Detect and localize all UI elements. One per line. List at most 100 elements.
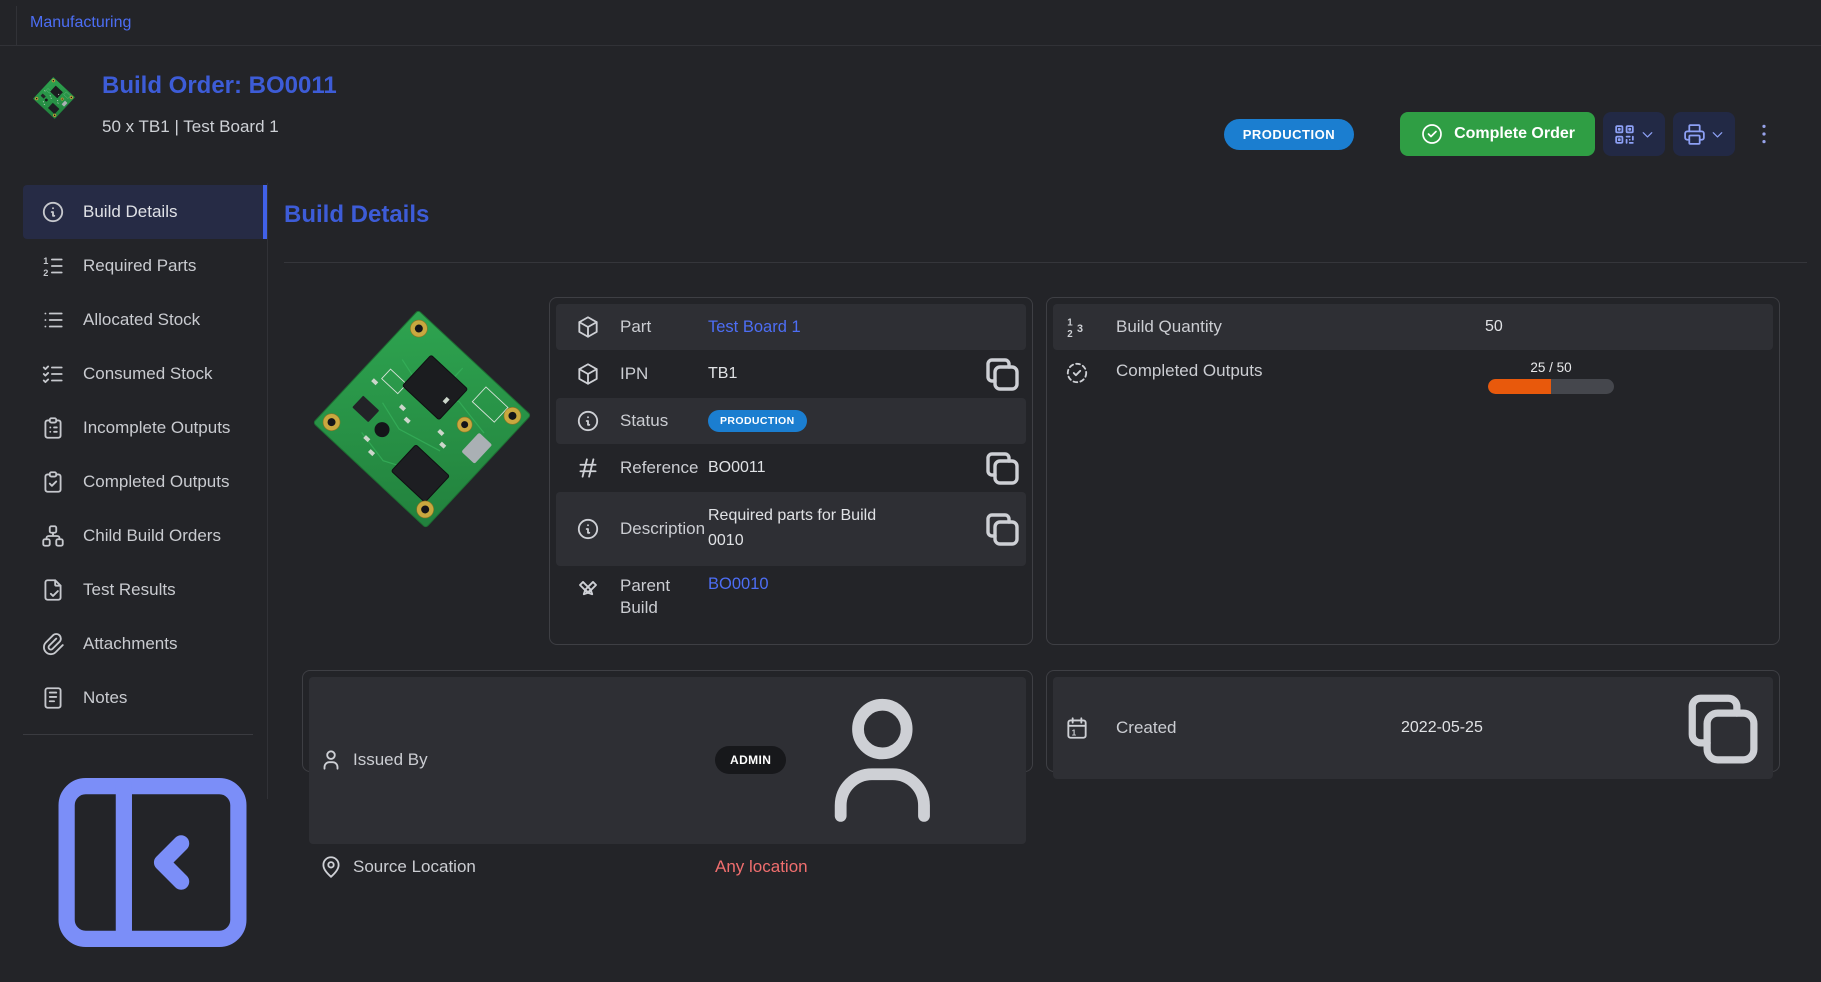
sidebar-item-label: Test Results	[83, 580, 176, 600]
error-text: Any location	[715, 857, 808, 877]
table-row: DescriptionRequired parts for Build 0010	[556, 492, 1026, 566]
svg-text:2: 2	[43, 268, 48, 278]
page-header: Build Order: BO0011 50 x TB1 | Test Boar…	[0, 46, 1821, 183]
build-details-card: PartTest Board 1IPNTB1StatusPRODUCTIONRe…	[549, 297, 1033, 645]
numbers-123-icon: 123	[1053, 314, 1101, 340]
copy-button[interactable]	[978, 444, 1026, 492]
sidebar: Build Details 1 2 Required Parts Allocated S…	[0, 183, 268, 799]
copy-icon	[1671, 677, 1773, 779]
clipboard-check-icon	[40, 469, 66, 495]
sidebar-item-build-details[interactable]: Build Details	[23, 185, 267, 239]
copy-button[interactable]	[978, 505, 1026, 553]
copy-cell	[1663, 677, 1773, 779]
file-check-icon	[40, 577, 66, 603]
sidebar-item-label: Child Build Orders	[83, 526, 221, 546]
sidebar-item-label: Build Details	[83, 202, 178, 222]
copy-icon	[978, 444, 1026, 492]
chevron-down-icon	[1709, 126, 1726, 143]
copy-button[interactable]	[1671, 677, 1773, 779]
issued-by-table: Issued ByADMIN Source LocationAny locatio…	[309, 677, 1026, 890]
copy-icon	[978, 350, 1026, 398]
build-quantity-card: 123Build Quantity50Completed Outputs25 /…	[1046, 297, 1780, 645]
list-icon	[40, 307, 66, 333]
build-details-panel: PartTest Board 1IPNTB1StatusPRODUCTIONRe…	[302, 297, 1033, 645]
status-badge: PRODUCTION	[708, 410, 807, 432]
qr-actions-button[interactable]	[1603, 112, 1665, 156]
table-row: Source LocationAny location	[309, 844, 1026, 890]
sidebar-item-notes[interactable]: Notes	[23, 671, 267, 725]
svg-text:1: 1	[43, 256, 48, 266]
copy-cell	[978, 444, 1026, 492]
sidebar-item-label: Required Parts	[83, 256, 196, 276]
circle-check-icon	[1420, 122, 1444, 146]
info-circle-icon	[556, 516, 620, 542]
complete-order-button[interactable]: Complete Order	[1400, 112, 1595, 156]
sidebar-item-consumed-stock[interactable]: Consumed Stock	[23, 347, 267, 401]
user-badge: ADMIN	[715, 746, 786, 774]
map-pin-icon	[309, 854, 353, 880]
section-title: Build Details	[284, 201, 1821, 229]
overflow-menu-button[interactable]	[1751, 121, 1777, 147]
part-thumbnail[interactable]	[30, 72, 78, 124]
svg-text:1: 1	[1067, 317, 1073, 328]
row-value: 2022-05-25	[1401, 716, 1663, 741]
sidebar-item-child-build-orders[interactable]: Child Build Orders	[23, 509, 267, 563]
row-value: TB1	[708, 362, 978, 387]
info-circle-icon	[556, 408, 620, 434]
copy-icon	[978, 505, 1026, 553]
build-quantity-table: 123Build Quantity50Completed Outputs25 /…	[1053, 304, 1773, 414]
table-row: StatusPRODUCTION	[556, 398, 1026, 444]
sidebar-item-required-parts[interactable]: 1 2 Required Parts	[23, 239, 267, 293]
row-value: PRODUCTION	[708, 410, 978, 432]
box-icon	[556, 314, 620, 340]
value-text: TB1	[708, 362, 737, 387]
table-row: PartTest Board 1	[556, 304, 1026, 350]
status-badge: PRODUCTION	[1224, 119, 1354, 150]
print-actions-button[interactable]	[1673, 112, 1735, 156]
sidebar-item-incomplete-outputs[interactable]: Incomplete Outputs	[23, 401, 267, 455]
dots-vertical-icon	[1751, 121, 1777, 147]
sidebar-item-allocated-stock[interactable]: Allocated Stock	[23, 293, 267, 347]
copy-cell	[978, 505, 1026, 553]
hash-icon	[556, 455, 620, 481]
row-label: Source Location	[353, 856, 715, 878]
created-card: 1 Created2022-05-25	[1046, 670, 1780, 772]
row-label: Parent Build	[620, 575, 708, 619]
sidebar-item-attachments[interactable]: Attachments	[23, 617, 267, 671]
row-label: Status	[620, 410, 708, 432]
layout-sidebar-collapse-icon	[38, 748, 267, 977]
info-circle-icon	[40, 199, 66, 225]
row-value: BO0010	[708, 575, 978, 594]
row-label: Part	[620, 316, 708, 338]
svg-text:2: 2	[1067, 329, 1073, 340]
header-actions: PRODUCTION Complete Order	[1224, 112, 1777, 156]
clipboard-list-icon	[40, 415, 66, 441]
complete-order-label: Complete Order	[1454, 125, 1575, 143]
svg-text:1: 1	[1072, 729, 1077, 738]
row-label: Issued By	[353, 749, 715, 771]
main-content: Build Details PartTest Board 1IPNTB1Stat…	[268, 183, 1821, 812]
detail-link[interactable]: BO0010	[708, 575, 769, 594]
collapse-sidebar-button[interactable]	[38, 748, 267, 977]
svg-text:3: 3	[1077, 323, 1083, 335]
part-image[interactable]	[297, 293, 547, 545]
qrcode-icon	[1612, 122, 1637, 147]
progress-track	[1488, 379, 1614, 394]
breadcrumb-link-manufacturing[interactable]: Manufacturing	[30, 14, 131, 32]
sidebar-item-test-results[interactable]: Test Results	[23, 563, 267, 617]
paperclip-icon	[40, 631, 66, 657]
row-value: 50	[1401, 315, 1663, 340]
sidebar-item-label: Consumed Stock	[83, 364, 212, 384]
detail-link[interactable]: Test Board 1	[708, 318, 801, 337]
page-title: Build Order: BO0011	[102, 72, 337, 101]
progress-fill	[1488, 379, 1551, 394]
table-row: IPNTB1	[556, 350, 1026, 398]
sidebar-item-label: Attachments	[83, 634, 178, 654]
copy-button[interactable]	[978, 350, 1026, 398]
sidebar-item-label: Completed Outputs	[83, 472, 229, 492]
progress-check-icon	[1053, 360, 1101, 386]
value-text: 2022-05-25	[1401, 716, 1483, 741]
value-text: Required parts for Build 0010	[708, 504, 878, 554]
sidebar-item-completed-outputs[interactable]: Completed Outputs	[23, 455, 267, 509]
row-label: Created	[1101, 717, 1401, 739]
